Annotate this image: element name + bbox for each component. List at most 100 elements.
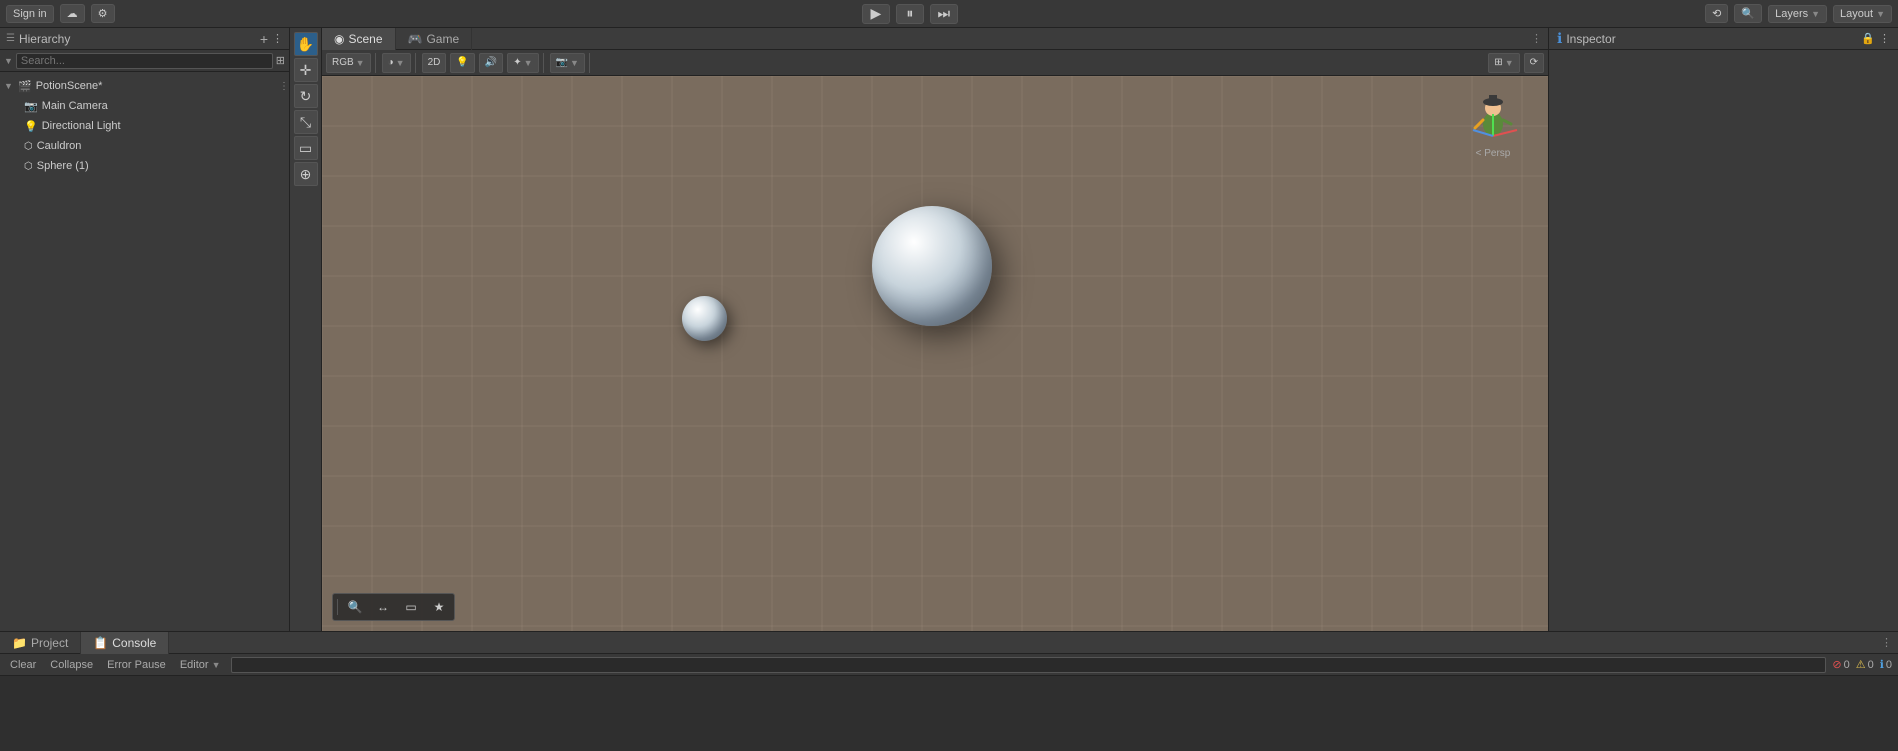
inspector-content	[1549, 50, 1898, 631]
mini-toolbar-star[interactable]: ★	[426, 596, 452, 618]
scene-viewport[interactable]: < Persp 🔍 ↔ ▭ ★	[322, 76, 1548, 631]
sphere-large-object[interactable]	[872, 206, 992, 326]
tool-move[interactable]: ✛	[294, 58, 318, 82]
cloud-icon: ☁	[67, 7, 78, 20]
scene-mini-toolbar: 🔍 ↔ ▭ ★	[332, 593, 455, 621]
potionscene-arrow: ▼	[4, 81, 14, 91]
console-editor-dropdown[interactable]: Editor ▼	[176, 658, 225, 672]
layout-dropdown[interactable]: Layout ▼	[1833, 5, 1892, 23]
cloud-button[interactable]: ☁	[60, 4, 85, 23]
hierarchy-tree: ▼ 🎬 PotionScene* ⋮ 📷 Main Camera 💡 Direc…	[0, 72, 289, 631]
audio-icon: 🔊	[485, 57, 497, 68]
warning-icon: ⚠	[1856, 658, 1866, 671]
left-tools-panel: ✋ ✛ ↻ ⤡ ▭ ⊕	[290, 28, 322, 631]
console-errorpause-button[interactable]: Error Pause	[103, 658, 170, 672]
mini-toolbar-search[interactable]: 🔍	[342, 596, 368, 618]
bottom-tab-project[interactable]: 📁 Project	[0, 632, 81, 654]
layout-label: Layout	[1840, 8, 1873, 20]
sphere-small-object[interactable]	[682, 296, 727, 341]
scene-tab-options[interactable]: ⋮	[1531, 32, 1542, 45]
play-button[interactable]: ▶	[862, 4, 890, 24]
top-bar-left: Sign in ☁ ⚙	[6, 4, 115, 23]
hierarchy-arrow-button[interactable]: ▼	[4, 56, 13, 66]
toolbar-persp-button[interactable]: ⟳	[1524, 53, 1544, 73]
mini-toolbar-separator-left	[337, 599, 338, 615]
potionscene-options[interactable]: ⋮	[279, 81, 289, 92]
scene-tab-actions: ⋮	[1525, 32, 1548, 45]
scene-light-icon: 💡	[456, 57, 468, 68]
inspector-lock-button[interactable]: 🔒	[1861, 32, 1875, 45]
toolbar-gizmos-button[interactable]: ⊞ ▼	[1488, 53, 1519, 73]
scene-tab-game-icon: 🎮	[408, 32, 423, 46]
layers-dropdown[interactable]: Layers ▼	[1768, 5, 1827, 23]
inspector-options-button[interactable]: ⋮	[1879, 32, 1890, 45]
error-count-value: 0	[1844, 659, 1850, 671]
toolbar-display-group: RGB ▼	[326, 53, 376, 73]
hierarchy-view-button[interactable]: ⊞	[276, 54, 285, 67]
toolbar-audio-button[interactable]: 🔊	[479, 53, 503, 73]
gizmo-svg	[1463, 86, 1523, 146]
console-collapse-button[interactable]: Collapse	[46, 658, 97, 672]
tool-scale[interactable]: ⤡	[294, 110, 318, 134]
layers-label: Layers	[1775, 8, 1808, 20]
maincamera-label: Main Camera	[42, 100, 108, 112]
pause-button[interactable]: ⏸	[896, 4, 924, 24]
top-bar: Sign in ☁ ⚙ ▶ ⏸ ⏭ ⟲ 🔍 Layers ▼ Layout ▼	[0, 0, 1898, 28]
scene-panel: ◉ Scene 🎮 Game ⋮ RGB ▼ ◑	[322, 28, 1548, 631]
fx-icon: ✦	[513, 57, 521, 68]
hierarchy-search-input[interactable]	[16, 53, 273, 69]
history-button[interactable]: ⟲	[1705, 4, 1728, 23]
project-tab-icon: 📁	[12, 636, 27, 650]
hierarchy-item-sphere[interactable]: ⬡ Sphere (1)	[0, 156, 289, 176]
hierarchy-add-button[interactable]: +	[260, 31, 268, 47]
console-search-input[interactable]	[231, 657, 1827, 673]
scene-tab-scene[interactable]: ◉ Scene	[322, 28, 396, 50]
bottom-tab-console[interactable]: 📋 Console	[81, 632, 169, 654]
display-dropdown-arrow: ▼	[356, 58, 365, 68]
inspector-icon: ℹ	[1557, 30, 1562, 47]
display-rgb-label: RGB	[332, 57, 354, 68]
tool-rotate[interactable]: ↻	[294, 84, 318, 108]
mini-toolbar-rect[interactable]: ▭	[398, 596, 424, 618]
cauldron-label: Cauldron	[37, 140, 82, 152]
toolbar-camera-group: 📷 ▼	[550, 53, 590, 73]
bottom-tab-options[interactable]: ⋮	[1881, 636, 1892, 649]
console-log-count: ℹ 0	[1880, 658, 1892, 671]
inspector-title: Inspector	[1566, 32, 1857, 46]
console-clear-button[interactable]: Clear	[6, 658, 40, 672]
signin-button[interactable]: Sign in	[6, 5, 54, 23]
console-tab-label: Console	[112, 636, 156, 650]
toolbar-light-button[interactable]: 💡	[450, 53, 474, 73]
hierarchy-item-directionallight[interactable]: 💡 Directional Light	[0, 116, 289, 136]
toolbar-display-dropdown[interactable]: RGB ▼	[326, 53, 371, 73]
hierarchy-item-cauldron[interactable]: ⬡ Cauldron	[0, 136, 289, 156]
log-icon: ℹ	[1880, 658, 1884, 671]
settings-button[interactable]: ⚙	[91, 4, 115, 23]
mini-toolbar-nav[interactable]: ↔	[370, 596, 396, 618]
tool-rect[interactable]: ▭	[294, 136, 318, 160]
tool-transform[interactable]: ⊕	[294, 162, 318, 186]
toolbar-camera-button[interactable]: 📷 ▼	[550, 53, 585, 73]
search-button[interactable]: 🔍	[1734, 4, 1762, 23]
directionallight-label: Directional Light	[42, 120, 121, 132]
tool-hand[interactable]: ✋	[294, 32, 318, 56]
scene-grid-overlay	[322, 76, 1548, 631]
layout-dropdown-arrow: ▼	[1876, 9, 1885, 19]
shading-dropdown-arrow: ▼	[396, 58, 405, 68]
toolbar-fx-button[interactable]: ✦ ▼	[507, 53, 538, 73]
toolbar-shading-dropdown[interactable]: ◑ ▼	[382, 53, 411, 73]
light-icon: 💡	[24, 120, 38, 133]
log-count-value: 0	[1886, 659, 1892, 671]
potionscene-icon: 🎬	[18, 80, 32, 93]
hierarchy-panel: ☰ Hierarchy + ⋮ ▼ ⊞ ▼ 🎬 PotionScene* ⋮ 📷…	[0, 28, 290, 631]
hierarchy-options-button[interactable]: ⋮	[272, 32, 283, 45]
step-button[interactable]: ⏭	[930, 4, 958, 24]
toolbar-shading-group: ◑ ▼	[382, 53, 416, 73]
hierarchy-toolbar: ▼ ⊞	[0, 50, 289, 72]
scene-gizmo[interactable]: < Persp	[1458, 86, 1528, 166]
toolbar-2d-button[interactable]: 2D	[422, 53, 447, 73]
console-editor-label: Editor	[180, 659, 209, 671]
hierarchy-item-maincamera[interactable]: 📷 Main Camera	[0, 96, 289, 116]
scene-tab-game[interactable]: 🎮 Game	[396, 28, 473, 50]
hierarchy-item-potionscene[interactable]: ▼ 🎬 PotionScene* ⋮	[0, 76, 289, 96]
